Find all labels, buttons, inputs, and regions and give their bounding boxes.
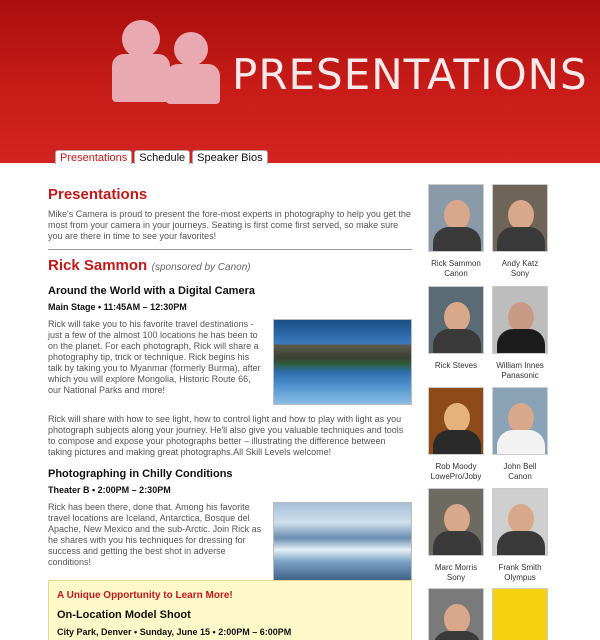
event-description: Rick will take you to his favorite trave… (48, 319, 261, 395)
speaker-photo (492, 387, 548, 455)
speaker-caption: Frank Smith Olympus (498, 563, 542, 582)
speaker-card[interactable]: Rick Sammon Canon (428, 184, 484, 279)
speaker-photo (428, 286, 484, 354)
tab-speaker-bios[interactable]: Speaker Bios (192, 150, 268, 164)
iceberg-photo (273, 502, 412, 582)
speaker-caption: Andy Katz Sony (501, 259, 539, 278)
opportunity-time: City Park, Denver • Sunday, June 15 • 2:… (57, 627, 292, 637)
tab-bar: Presentations Schedule Speaker Bios (55, 150, 268, 164)
opportunity-heading: On-Location Model Shoot (57, 609, 191, 621)
event-title: Around the World with a Digital Camera (48, 285, 255, 297)
speaker-photo (492, 286, 548, 354)
page-header: PRESENTATIONS (0, 0, 600, 163)
speaker-caption: Rick Steves (434, 361, 478, 370)
event-time: Theater B • 2:00PM – 2:30PM (48, 485, 171, 495)
speaker-card[interactable]: John Bell Canon (492, 387, 548, 482)
people-icon (112, 20, 224, 104)
speaker-caption: Rob Moody LowePro/Joby (430, 462, 482, 481)
speaker-card[interactable]: Frank Smith Olympus (492, 488, 548, 583)
speaker-caption: William Innes Panasonic (496, 361, 544, 380)
event-time: Main Stage • 11:45AM – 12:30PM (48, 302, 187, 312)
opportunity-title: A Unique Opportunity to Learn More! (57, 590, 233, 601)
speaker-caption: Marc Morris Sony (434, 563, 478, 582)
speaker-sponsor: (sponsored by Canon) (151, 262, 251, 273)
event-description: Rick will share with how to see light, h… (48, 414, 404, 457)
speaker-card[interactable]: William Innes Panasonic (492, 286, 548, 381)
speaker-photo (492, 488, 548, 556)
speaker-photo (428, 588, 484, 640)
speaker-card[interactable]: Andy Katz Sony (492, 184, 548, 279)
sponsor-logo (492, 588, 548, 640)
page-title: PRESENTATIONS (232, 50, 588, 99)
event-description: Rick has been there, done that. Among hi… (48, 502, 262, 567)
speaker-photo (492, 184, 548, 252)
speaker-caption: Rick Sammon Canon (431, 259, 481, 278)
event-title: Photographing in Chilly Conditions (48, 468, 233, 480)
travel-photo (273, 319, 412, 405)
speaker-card[interactable]: Rob Moody LowePro/Joby (428, 387, 484, 482)
speaker-photo (428, 387, 484, 455)
speaker-name: Rick Sammon (48, 257, 148, 274)
speaker-heading: Rick Sammon (sponsored by Canon) (48, 257, 412, 275)
speaker-photo (428, 184, 484, 252)
speaker-photo (428, 488, 484, 556)
section-title: Presentations (48, 186, 148, 203)
speaker-card[interactable]: Marc Morris Sony (428, 488, 484, 583)
divider (48, 249, 412, 250)
speaker-card[interactable] (428, 588, 484, 640)
opportunity-box: A Unique Opportunity to Learn More! On-L… (48, 580, 412, 640)
tab-presentations[interactable]: Presentations (55, 150, 133, 164)
logo-image (492, 588, 548, 640)
intro-text: Mike's Camera is proud to present the fo… (48, 209, 411, 241)
speaker-card[interactable]: Rick Steves (428, 286, 484, 371)
speaker-caption: John Bell Canon (503, 462, 537, 481)
main-content: Presentations Mike's Camera is proud to … (48, 186, 412, 582)
tab-schedule[interactable]: Schedule (134, 150, 191, 164)
